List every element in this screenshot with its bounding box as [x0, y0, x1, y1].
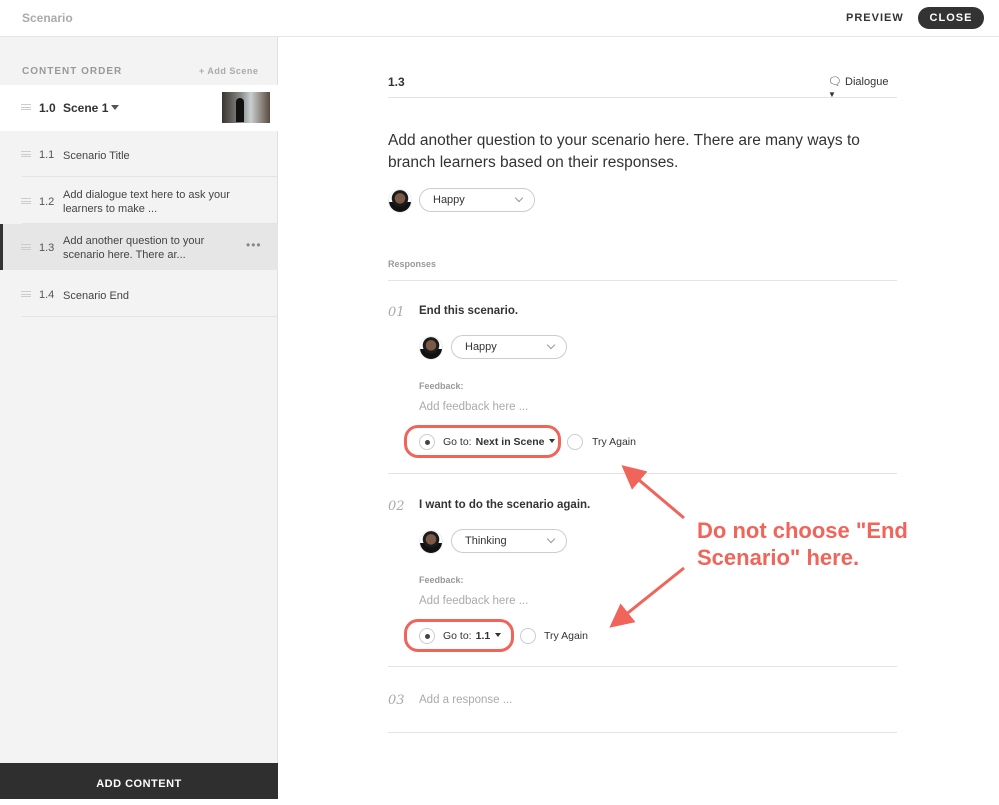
annotation-arrows — [609, 465, 685, 628]
annotation-line: Do not choose "End — [697, 518, 908, 543]
annotation-text: Do not choose "End Scenario" here. — [697, 517, 908, 571]
annotation-line: Scenario" here. — [697, 545, 860, 570]
arrow-icon — [609, 566, 685, 628]
arrow-icon — [621, 465, 685, 520]
